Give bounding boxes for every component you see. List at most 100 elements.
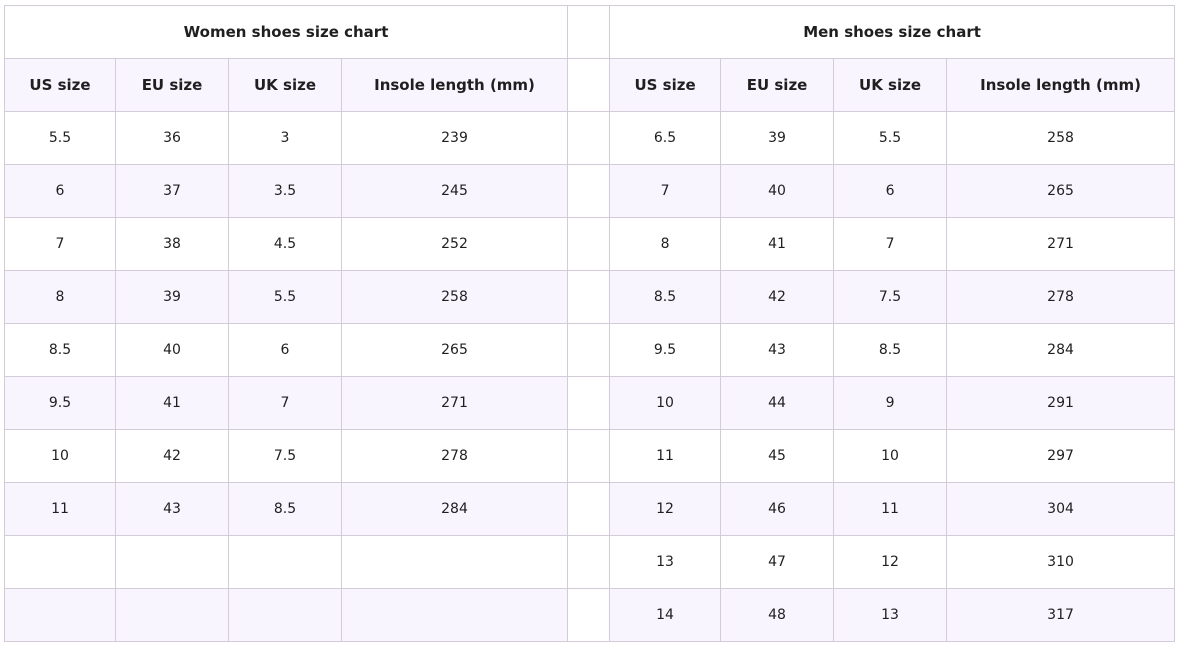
men-cell-us: 10: [609, 376, 722, 430]
men-cell-uk: 9: [833, 376, 948, 430]
women-cell-insole: 252: [340, 217, 569, 271]
men-cell-uk: 6: [833, 164, 948, 218]
men-cell-uk: 7: [833, 217, 948, 271]
men-chart-title: Men shoes size chart: [609, 5, 1176, 59]
men-cell-us: 11: [609, 429, 722, 483]
women-cell-uk: [228, 588, 342, 642]
women-cell-uk: [228, 535, 342, 589]
women-cell-insole: 258: [340, 270, 569, 324]
men-cell-insole: 284: [946, 323, 1176, 377]
women-header-uk: UK size: [228, 58, 342, 112]
column-gap: [567, 111, 611, 165]
women-cell-eu: [115, 535, 229, 589]
table-row: 14 48 13 317: [4, 588, 1176, 642]
women-cell-uk: 6: [228, 323, 342, 377]
table-row: 8 39 5.5 258 8.5 42 7.5 278: [4, 270, 1176, 324]
women-cell-insole: 239: [340, 111, 569, 165]
women-cell-insole: 284: [340, 482, 569, 536]
men-cell-uk: 11: [833, 482, 948, 536]
table-row: 13 47 12 310: [4, 535, 1176, 589]
women-header-us: US size: [4, 58, 116, 112]
women-header-eu: EU size: [115, 58, 229, 112]
women-cell-eu: 41: [115, 376, 229, 430]
men-header-us: US size: [609, 58, 722, 112]
table-row: 11 43 8.5 284 12 46 11 304: [4, 482, 1176, 536]
column-gap: [567, 376, 611, 430]
women-cell-eu: 42: [115, 429, 229, 483]
women-cell-uk: 3.5: [228, 164, 342, 218]
table-row: 5.5 36 3 239 6.5 39 5.5 258: [4, 111, 1176, 165]
women-cell-us: 5.5: [4, 111, 116, 165]
men-cell-eu: 42: [720, 270, 835, 324]
men-cell-insole: 291: [946, 376, 1176, 430]
men-header-insole: Insole length (mm): [946, 58, 1176, 112]
men-cell-eu: 40: [720, 164, 835, 218]
men-cell-insole: 310: [946, 535, 1176, 589]
men-cell-eu: 44: [720, 376, 835, 430]
men-cell-us: 8: [609, 217, 722, 271]
men-cell-insole: 304: [946, 482, 1176, 536]
men-cell-uk: 12: [833, 535, 948, 589]
women-cell-eu: 40: [115, 323, 229, 377]
column-gap: [567, 323, 611, 377]
men-cell-us: 13: [609, 535, 722, 589]
men-cell-us: 12: [609, 482, 722, 536]
women-cell-uk: 5.5: [228, 270, 342, 324]
women-cell-uk: 3: [228, 111, 342, 165]
women-header-insole: Insole length (mm): [340, 58, 569, 112]
women-cell-uk: 8.5: [228, 482, 342, 536]
men-cell-eu: 43: [720, 323, 835, 377]
column-gap: [567, 535, 611, 589]
men-cell-insole: 297: [946, 429, 1176, 483]
women-cell-eu: [115, 588, 229, 642]
women-cell-eu: 39: [115, 270, 229, 324]
women-cell-us: [4, 535, 116, 589]
table-title-row: Women shoes size chart Men shoes size ch…: [3, 5, 1176, 59]
women-cell-us: 10: [4, 429, 116, 483]
column-gap: [567, 429, 611, 483]
women-cell-us: 8: [4, 270, 116, 324]
table-row: 8.5 40 6 265 9.5 43 8.5 284: [4, 323, 1176, 377]
women-cell-us: 8.5: [4, 323, 116, 377]
women-chart-title: Women shoes size chart: [3, 5, 569, 59]
women-cell-us: 6: [4, 164, 116, 218]
table-row: 10 42 7.5 278 11 45 10 297: [4, 429, 1176, 483]
women-cell-us: 7: [4, 217, 116, 271]
men-cell-eu: 47: [720, 535, 835, 589]
column-gap: [567, 482, 611, 536]
men-cell-uk: 13: [833, 588, 948, 642]
women-cell-insole: 278: [340, 429, 569, 483]
men-cell-uk: 5.5: [833, 111, 948, 165]
men-cell-us: 8.5: [609, 270, 722, 324]
men-cell-insole: 258: [946, 111, 1176, 165]
men-cell-uk: 7.5: [833, 270, 948, 324]
men-cell-uk: 8.5: [833, 323, 948, 377]
column-gap: [567, 270, 611, 324]
table-row: 9.5 41 7 271 10 44 9 291: [4, 376, 1176, 430]
men-header-uk: UK size: [833, 58, 948, 112]
column-gap: [567, 217, 611, 271]
women-cell-insole: 271: [340, 376, 569, 430]
women-cell-insole: [340, 588, 569, 642]
table-row: 6 37 3.5 245 7 40 6 265: [4, 164, 1176, 218]
shoe-size-table: Women shoes size chart Men shoes size ch…: [3, 5, 1176, 642]
men-cell-insole: 278: [946, 270, 1176, 324]
column-gap: [567, 588, 611, 642]
women-cell-us: [4, 588, 116, 642]
women-cell-eu: 38: [115, 217, 229, 271]
women-cell-eu: 37: [115, 164, 229, 218]
column-gap: [567, 58, 611, 112]
women-cell-insole: 265: [340, 323, 569, 377]
column-gap: [567, 164, 611, 218]
women-cell-insole: 245: [340, 164, 569, 218]
table-row: 7 38 4.5 252 8 41 7 271: [4, 217, 1176, 271]
women-cell-us: 11: [4, 482, 116, 536]
women-cell-uk: 7: [228, 376, 342, 430]
men-cell-eu: 46: [720, 482, 835, 536]
women-cell-us: 9.5: [4, 376, 116, 430]
men-cell-insole: 265: [946, 164, 1176, 218]
men-cell-eu: 39: [720, 111, 835, 165]
size-chart-container: Women shoes size chart Men shoes size ch…: [3, 5, 1176, 642]
men-cell-eu: 41: [720, 217, 835, 271]
men-cell-us: 6.5: [609, 111, 722, 165]
